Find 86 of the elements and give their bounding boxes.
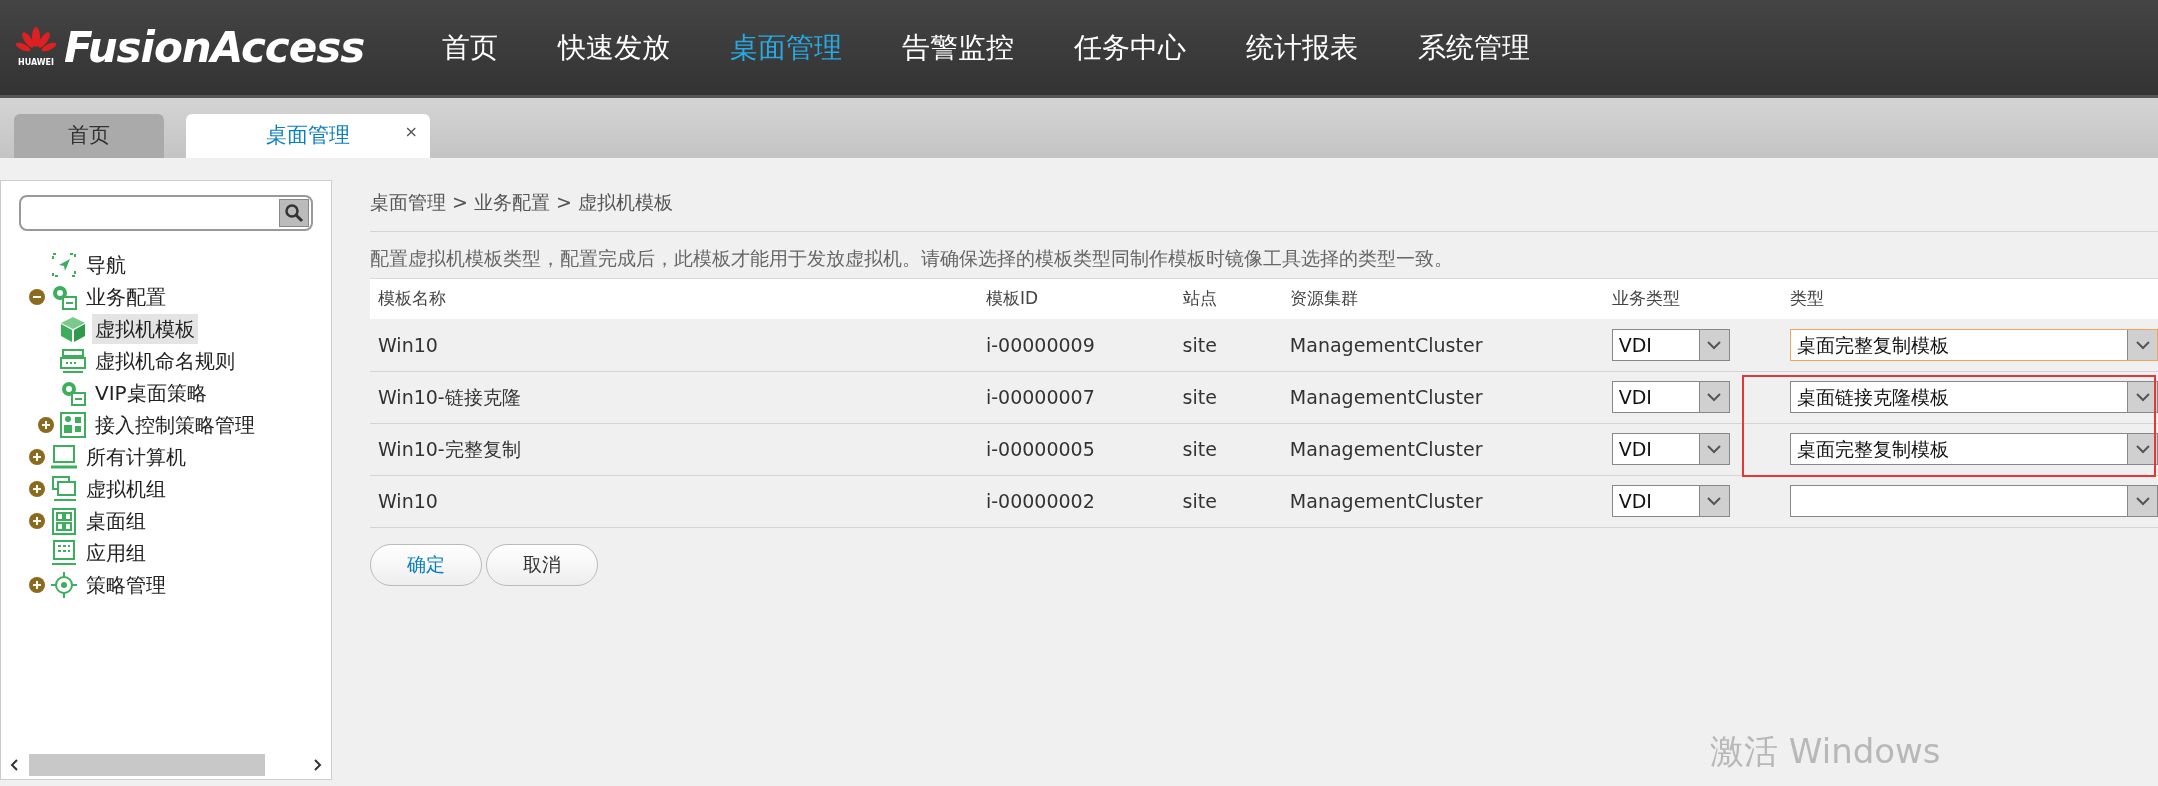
table-cell: site bbox=[1174, 475, 1282, 527]
monitors-icon bbox=[50, 475, 78, 503]
dropdown[interactable] bbox=[1790, 485, 2158, 517]
expand-icon[interactable] bbox=[29, 481, 45, 497]
nav-link[interactable]: 任务中心 bbox=[1044, 26, 1217, 69]
scrollbar-thumb[interactable] bbox=[29, 754, 265, 776]
tree-item[interactable]: 虚拟机命名规则 bbox=[92, 346, 238, 376]
expand-icon[interactable] bbox=[29, 577, 45, 593]
table-cell: Win10 bbox=[370, 475, 978, 527]
tree-item[interactable]: 应用组 bbox=[83, 538, 149, 568]
navigation-icon bbox=[50, 251, 78, 279]
expand-icon[interactable] bbox=[29, 449, 45, 465]
chevron-down-icon bbox=[2135, 392, 2150, 402]
nav-link[interactable]: 告警监控 bbox=[872, 26, 1045, 69]
column-header: 资源集群 bbox=[1281, 279, 1604, 319]
expand-icon[interactable] bbox=[29, 513, 45, 529]
search-button[interactable] bbox=[279, 199, 309, 227]
computer-icon bbox=[50, 443, 78, 471]
dropdown[interactable]: 桌面完整复制模板 bbox=[1790, 433, 2158, 465]
grid-icon bbox=[50, 507, 78, 535]
column-header: 类型 bbox=[1782, 279, 2158, 319]
brand-text: HUAWEI bbox=[17, 56, 54, 69]
nav-link[interactable]: 系统管理 bbox=[1388, 26, 1561, 69]
dropdown[interactable]: 桌面完整复制模板 bbox=[1790, 328, 2158, 361]
cog-icon bbox=[50, 571, 78, 599]
tree-item[interactable]: 所有计算机 bbox=[83, 442, 189, 472]
expand-icon[interactable] bbox=[38, 417, 54, 433]
table-cell: i-00000007 bbox=[977, 371, 1175, 423]
gear-icon bbox=[59, 379, 87, 407]
table-cell: site bbox=[1174, 371, 1282, 423]
server-icon bbox=[59, 347, 87, 375]
tree-item[interactable]: 接入控制策略管理 bbox=[92, 410, 258, 440]
gear-icon bbox=[50, 283, 78, 311]
tree-item[interactable]: 策略管理 bbox=[83, 570, 169, 600]
page-tab[interactable]: 桌面管理 × bbox=[186, 114, 430, 158]
table-cell: i-00000005 bbox=[977, 423, 1175, 475]
tree-item[interactable]: VIP桌面策略 bbox=[92, 378, 210, 408]
chevron-down-icon bbox=[2135, 339, 2150, 350]
column-header: 站点 bbox=[1174, 279, 1282, 319]
panel-icon bbox=[59, 411, 87, 439]
breadcrumb: 桌面管理 > 业务配置 > 虚拟机模板 bbox=[370, 158, 2158, 232]
chevron-down-icon bbox=[1707, 339, 1722, 350]
table-cell: Win10-链接克隆 bbox=[370, 371, 978, 423]
dropdown[interactable]: 桌面链接克隆模板 bbox=[1790, 381, 2158, 413]
chevron-down-icon bbox=[2135, 444, 2150, 454]
tree-item[interactable]: 虚拟机组 bbox=[83, 474, 169, 504]
app-logo: FusionAccess bbox=[64, 22, 365, 74]
dropdown[interactable]: VDI bbox=[1611, 485, 1730, 517]
table-cell: Win10 bbox=[370, 319, 978, 371]
table-cell: ManagementCluster bbox=[1281, 371, 1604, 423]
chevron-down-icon bbox=[1707, 392, 1722, 402]
tree-item[interactable]: 导航 bbox=[83, 250, 129, 280]
page-tab[interactable]: 首页 bbox=[14, 114, 164, 158]
nav-link[interactable]: 统计报表 bbox=[1216, 26, 1389, 69]
table-cell: ManagementCluster bbox=[1281, 475, 1604, 527]
activation-notice: 激活 Windows bbox=[1710, 730, 1941, 773]
table-cell: i-00000002 bbox=[977, 475, 1175, 527]
nav-link[interactable]: 快速发放 bbox=[528, 26, 701, 69]
close-icon[interactable]: × bbox=[404, 120, 418, 144]
tree-item[interactable]: 虚拟机模板 bbox=[92, 314, 198, 344]
dropdown[interactable]: VDI bbox=[1611, 328, 1730, 361]
dropdown[interactable]: VDI bbox=[1611, 433, 1730, 465]
table-cell: ManagementCluster bbox=[1281, 319, 1604, 371]
search-icon bbox=[284, 203, 304, 223]
confirm-button[interactable]: 确定 bbox=[370, 543, 482, 586]
nav-link[interactable]: 桌面管理 bbox=[700, 26, 873, 69]
table-cell: site bbox=[1174, 423, 1282, 475]
tree-item[interactable]: 桌面组 bbox=[83, 506, 149, 536]
search-field[interactable] bbox=[19, 195, 313, 231]
table-cell: ManagementCluster bbox=[1281, 423, 1604, 475]
dropdown[interactable]: VDI bbox=[1611, 381, 1730, 413]
collapse-icon[interactable] bbox=[29, 289, 45, 305]
chevron-down-icon bbox=[2135, 496, 2150, 506]
chevron-down-icon bbox=[1707, 496, 1722, 506]
cancel-button[interactable]: 取消 bbox=[486, 543, 598, 586]
column-header: 模板名称 bbox=[370, 279, 978, 319]
app-grid-icon bbox=[50, 539, 78, 567]
table-cell: i-00000009 bbox=[977, 319, 1175, 371]
table-cell: Win10-完整复制 bbox=[370, 423, 978, 475]
tree-item[interactable]: 业务配置 bbox=[83, 282, 169, 312]
cube-icon bbox=[59, 315, 87, 343]
column-header: 模板ID bbox=[977, 279, 1175, 319]
table-cell: site bbox=[1174, 319, 1282, 371]
chevron-down-icon bbox=[1707, 444, 1722, 454]
nav-link[interactable]: 首页 bbox=[412, 26, 529, 69]
column-header: 业务类型 bbox=[1603, 279, 1783, 319]
